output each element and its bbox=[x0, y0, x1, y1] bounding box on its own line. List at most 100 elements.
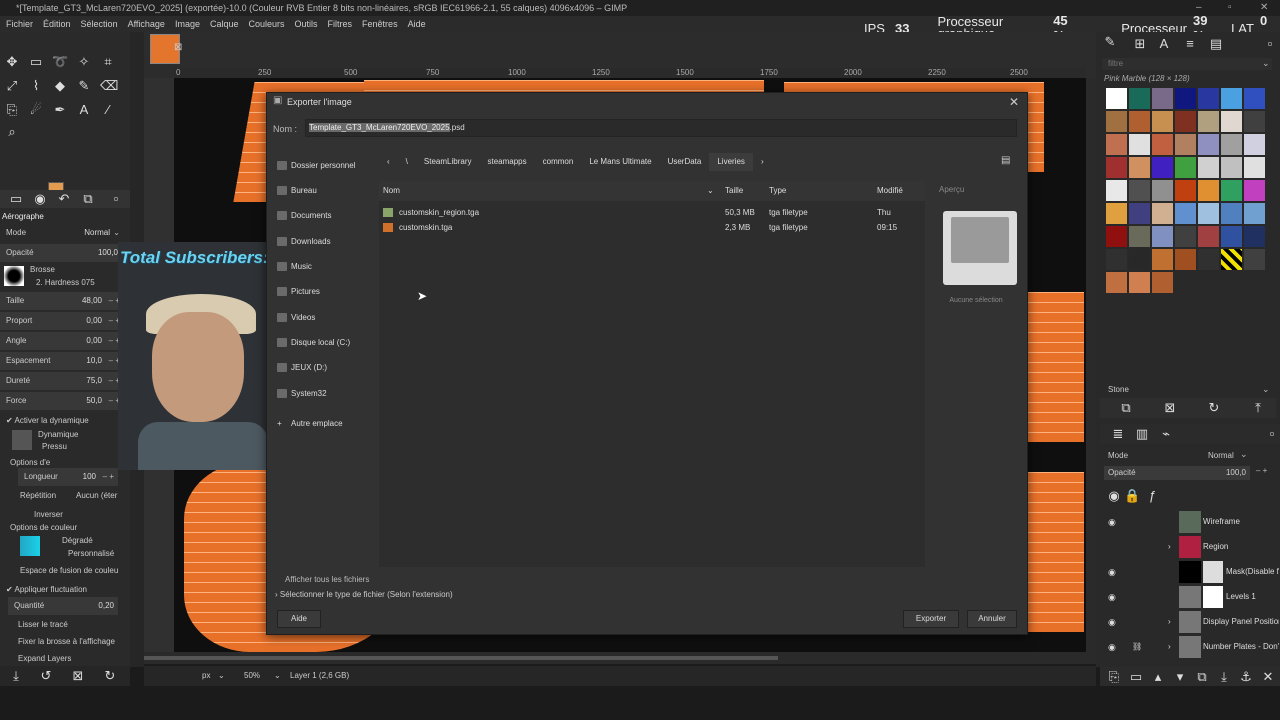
pattern-swatch[interactable] bbox=[1152, 226, 1173, 247]
place-pictures[interactable]: Pictures bbox=[273, 283, 320, 301]
invert-checkbox[interactable]: Inverser bbox=[34, 510, 63, 519]
size-slider[interactable]: Taille 48,00– + bbox=[0, 292, 124, 310]
save-options-icon[interactable]: ⤓ bbox=[8, 668, 24, 684]
warp-tool-icon[interactable]: ⌇ bbox=[28, 78, 44, 94]
panel-menu-icon[interactable]: ▫ bbox=[108, 191, 124, 207]
hardness-slider[interactable]: Dureté 75,0– + bbox=[0, 372, 124, 390]
clone-tool-icon[interactable]: ⎘ bbox=[4, 102, 20, 118]
zoom-tool-icon[interactable]: ⌕ bbox=[4, 124, 20, 140]
pattern-swatch[interactable] bbox=[1221, 88, 1242, 109]
vertical-scrollbar[interactable] bbox=[1086, 78, 1096, 652]
unit-select[interactable]: px bbox=[202, 666, 210, 686]
length-slider[interactable]: Longueur 100– + bbox=[18, 468, 118, 486]
reset-options-icon[interactable]: ↻ bbox=[102, 668, 118, 684]
layer-row[interactable]: ◉ ⛓ › Number Plates - Don' bbox=[1104, 635, 1280, 659]
spacing-slider[interactable]: Espacement 10,0– + bbox=[0, 352, 124, 370]
place-videos[interactable]: Videos bbox=[273, 309, 315, 327]
device-status-tab-icon[interactable]: ◉ bbox=[32, 191, 48, 207]
layers-tab-icon[interactable]: ≣ bbox=[1110, 426, 1126, 442]
images-tab-icon[interactable]: ⧉ bbox=[80, 191, 96, 207]
pattern-swatch[interactable] bbox=[1106, 203, 1127, 224]
pattern-swatch[interactable] bbox=[1198, 134, 1219, 155]
pattern-swatch[interactable] bbox=[1106, 226, 1127, 247]
dynamics-checkbox[interactable]: ✔ Activer la dynamique bbox=[6, 416, 89, 425]
path-segment-common[interactable]: common bbox=[535, 153, 582, 171]
eye-icon[interactable]: ◉ bbox=[1108, 560, 1116, 584]
pattern-swatch[interactable] bbox=[1152, 134, 1173, 155]
menu-item-aide[interactable]: Aide bbox=[408, 16, 426, 32]
place-drive-c[interactable]: Disque local (C:) bbox=[273, 334, 350, 352]
pattern-swatch[interactable] bbox=[1106, 134, 1127, 155]
pattern-filter-input[interactable]: filtre bbox=[1102, 58, 1272, 70]
jitter-checkbox[interactable]: ✔ Appliquer fluctuation bbox=[6, 585, 87, 594]
pattern-swatch[interactable] bbox=[1244, 111, 1265, 132]
pattern-swatch[interactable] bbox=[1129, 134, 1150, 155]
place-documents[interactable]: Documents bbox=[273, 207, 331, 225]
pattern-swatch[interactable] bbox=[1244, 203, 1265, 224]
panel-menu-icon[interactable]: ▫ bbox=[1264, 426, 1280, 442]
fuzzy-select-tool-icon[interactable]: ✧ bbox=[76, 54, 92, 70]
menu-item-filtres[interactable]: Filtres bbox=[328, 16, 353, 32]
pattern-swatch[interactable] bbox=[1221, 226, 1242, 247]
pattern-swatch[interactable] bbox=[1129, 180, 1150, 201]
color-picker-tool-icon[interactable]: ⁄ bbox=[100, 102, 116, 118]
move-tool-icon[interactable]: ✥ bbox=[4, 54, 20, 70]
column-name[interactable]: Nom bbox=[383, 181, 400, 201]
column-modified[interactable]: Modifié bbox=[877, 181, 903, 201]
fx-icon[interactable]: ƒ bbox=[1144, 488, 1160, 504]
pattern-swatch[interactable] bbox=[1152, 249, 1173, 270]
open-folder-icon[interactable]: ⤒ bbox=[1250, 400, 1266, 416]
expand-arrow-icon[interactable]: › bbox=[1168, 535, 1171, 559]
smooth-stroke-checkbox[interactable]: Lisser le tracé bbox=[18, 620, 68, 629]
path-segment-liveries[interactable]: Liveries bbox=[709, 153, 753, 171]
undo-history-tab-icon[interactable]: ↶ bbox=[56, 191, 72, 207]
anchor-icon[interactable]: ⚓ bbox=[1238, 669, 1254, 685]
scrollbar-thumb[interactable] bbox=[144, 656, 778, 660]
lock-brush-checkbox[interactable]: Fixer la brosse à l'affichage bbox=[18, 637, 115, 646]
path-back-icon[interactable]: ‹ bbox=[379, 153, 398, 171]
pattern-swatch[interactable] bbox=[1198, 226, 1219, 247]
path-segment-userdata[interactable]: UserData bbox=[660, 153, 710, 171]
path-segment-le-mans-ultimate[interactable]: Le Mans Ultimate bbox=[581, 153, 659, 171]
lasso-tool-icon[interactable]: ➰ bbox=[52, 54, 68, 70]
new-group-icon[interactable]: ▭ bbox=[1128, 669, 1144, 685]
path-segment-root[interactable]: \ bbox=[398, 153, 416, 171]
patterns-tab-icon[interactable]: ⊞ bbox=[1132, 36, 1148, 52]
pattern-swatch[interactable] bbox=[1152, 180, 1173, 201]
file-type-expander[interactable]: › Sélectionner le type de fichier (Selon… bbox=[275, 590, 453, 599]
pattern-swatch[interactable] bbox=[1175, 157, 1196, 178]
paths-tab-icon[interactable]: ⌁ bbox=[1158, 426, 1174, 442]
force-slider[interactable]: Force 50,0– + bbox=[0, 392, 124, 410]
opacity-stepper[interactable]: – + bbox=[1256, 466, 1267, 475]
pattern-swatch[interactable] bbox=[1198, 180, 1219, 201]
brush-preview[interactable] bbox=[4, 266, 24, 286]
new-layer-icon[interactable]: ⎘ bbox=[1106, 669, 1122, 685]
pattern-swatch[interactable] bbox=[1129, 111, 1150, 132]
pattern-swatch[interactable] bbox=[1221, 249, 1242, 270]
horizontal-scrollbar[interactable] bbox=[144, 652, 1096, 664]
mode-select[interactable]: Normal bbox=[84, 224, 110, 242]
panel-menu-icon[interactable]: ▫ bbox=[1262, 36, 1278, 52]
new-folder-icon[interactable]: ▤ bbox=[1001, 155, 1015, 169]
rect-select-tool-icon[interactable]: ▭ bbox=[28, 54, 44, 70]
pattern-swatch[interactable] bbox=[1244, 249, 1265, 270]
refresh-icon[interactable]: ↻ bbox=[1206, 400, 1222, 416]
menu-item-calque[interactable]: Calque bbox=[210, 16, 239, 32]
restore-options-icon[interactable]: ↺ bbox=[38, 668, 54, 684]
pattern-swatch[interactable] bbox=[1244, 180, 1265, 201]
pattern-swatch[interactable] bbox=[1221, 111, 1242, 132]
file-row[interactable]: customskin_region.tga 50,3 MB tga filety… bbox=[379, 205, 925, 220]
pattern-swatch[interactable] bbox=[1175, 249, 1196, 270]
place-other-locations[interactable]: + Autre emplace bbox=[273, 415, 343, 433]
layer-row[interactable]: › Region bbox=[1104, 535, 1280, 559]
menu-item-affichage[interactable]: Affichage bbox=[128, 16, 165, 32]
gradient-preview[interactable] bbox=[20, 536, 40, 556]
cancel-button[interactable]: Annuler bbox=[967, 610, 1017, 628]
brushes-tab-icon[interactable]: ✎ bbox=[1102, 34, 1118, 50]
pattern-swatch[interactable] bbox=[1244, 88, 1265, 109]
channels-tab-icon[interactable]: ▥ bbox=[1134, 426, 1150, 442]
place-home[interactable]: Dossier personnel bbox=[273, 157, 355, 175]
export-button[interactable]: Exporter bbox=[903, 610, 959, 628]
close-icon[interactable]: ✕ bbox=[1009, 95, 1019, 109]
gradients-tab-icon[interactable]: ▤ bbox=[1208, 36, 1224, 52]
